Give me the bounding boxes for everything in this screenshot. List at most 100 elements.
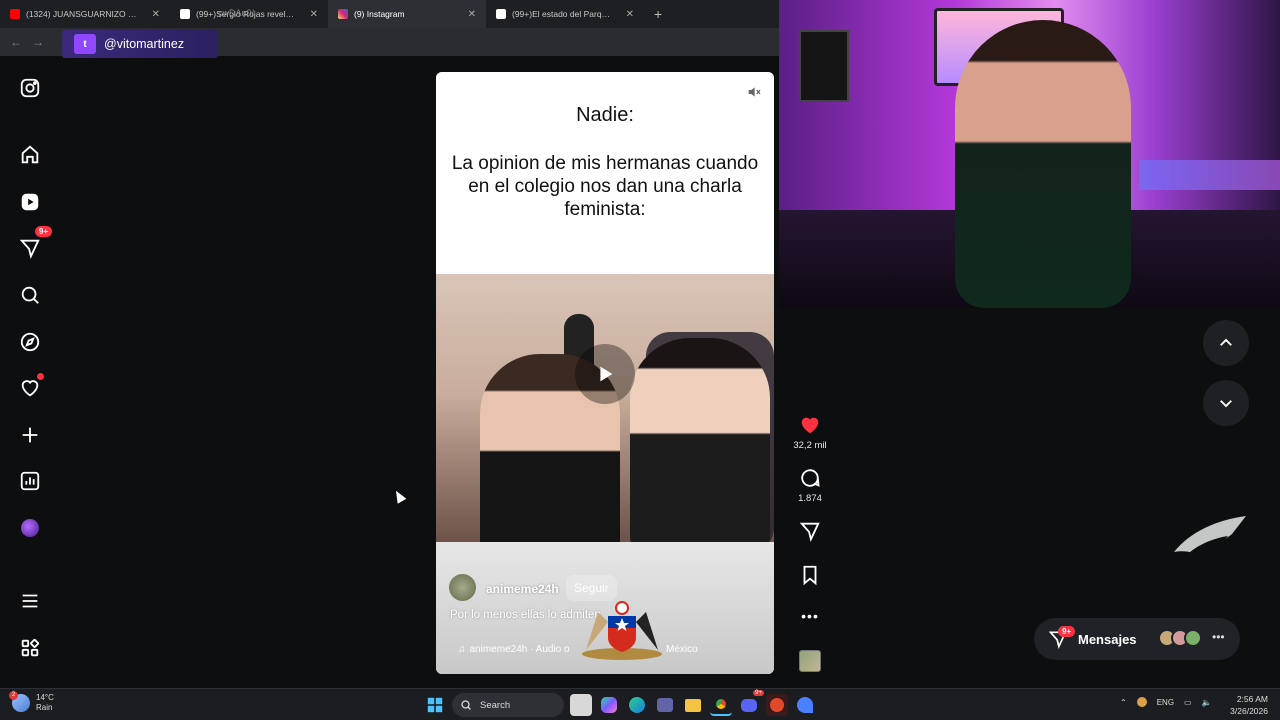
author-avatar[interactable] [449, 574, 476, 601]
messages-pill-badge: 9+ [1058, 626, 1076, 637]
teams-icon[interactable] [654, 694, 676, 716]
more-icon[interactable]: ••• [1212, 630, 1225, 644]
webcam-poster [799, 30, 849, 102]
notification-dot [37, 373, 44, 380]
messages-icon[interactable]: 9+ [14, 226, 52, 264]
create-icon[interactable] [14, 419, 46, 451]
taskbar-apps: Search 9+ [424, 690, 816, 717]
edge-icon[interactable] [626, 694, 648, 716]
apps-icon[interactable] [14, 632, 46, 664]
audio-thumbnail[interactable] [786, 650, 834, 672]
close-tab-icon[interactable]: ✕ [618, 9, 634, 20]
tiktok-icon [180, 9, 190, 19]
profile-avatar[interactable] [14, 512, 46, 544]
next-reel-button[interactable] [1203, 380, 1249, 426]
chevron-down-icon [1220, 400, 1232, 408]
messages-pill[interactable]: Mensajes [1034, 618, 1240, 660]
close-tab-icon[interactable]: ✕ [460, 9, 476, 20]
avatar [21, 519, 39, 537]
copilot-icon[interactable] [598, 694, 620, 716]
search-icon[interactable] [14, 279, 46, 311]
windows-taskbar: 2 14°C Rain Search 9+ ⌃ ENG ▭ 🔈 2:56 AM … [0, 688, 1280, 720]
chevron-up-icon [1220, 338, 1232, 346]
browser-tab[interactable]: (99+)El estado del Parque O'Hig ✕ [486, 0, 644, 28]
share-button[interactable] [786, 520, 834, 546]
mouse-cursor-icon [391, 488, 407, 504]
save-button[interactable] [786, 564, 834, 590]
screen: (1324) JUANSGUARNIZO ¡SOBR ✕ (99+)Sergio… [0, 0, 1280, 720]
weather-alert-badge: 2 [9, 691, 18, 700]
dashboard-icon[interactable] [14, 465, 46, 497]
weather-icon: 2 [9, 691, 30, 712]
reels-icon[interactable] [14, 186, 46, 218]
share-icon [799, 522, 820, 542]
weather-widget[interactable]: 2 14°C Rain [9, 691, 54, 713]
chevron-up-icon[interactable]: ⌃ [1120, 698, 1127, 707]
instagram-logo-icon[interactable] [14, 72, 46, 104]
mute-icon[interactable] [746, 84, 762, 100]
search-icon [461, 700, 471, 710]
reel-text-panel: Nadie: La opinion de mis hermanas cuando… [436, 72, 774, 274]
close-tab-icon[interactable]: ✕ [144, 9, 160, 20]
tab-title: (1324) JUANSGUARNIZO ¡SOBR [26, 9, 138, 19]
menu-icon[interactable] [14, 585, 46, 617]
discord-badge: 9+ [753, 690, 764, 696]
notifications-icon[interactable] [14, 372, 46, 404]
twitch-handle: @vitomartinez [104, 37, 185, 51]
comment-button[interactable]: 1.874 [786, 467, 834, 504]
close-tab-icon[interactable]: ✕ [302, 9, 318, 20]
system-clock[interactable]: 2:56 AM 3/26/2026 [1226, 693, 1268, 717]
discord-icon[interactable]: 9+ [738, 690, 764, 716]
browser-tab-bar: (1324) JUANSGUARNIZO ¡SOBR ✕ (99+)Sergio… [0, 0, 780, 28]
youtube-icon [10, 9, 20, 19]
address-url[interactable]: cwDAu0/ [218, 8, 254, 18]
person-right [630, 338, 770, 542]
heart-icon [801, 417, 819, 434]
comment-count: 1.874 [798, 493, 822, 504]
messages-badge: 9+ [34, 226, 52, 237]
explore-icon[interactable] [14, 326, 46, 358]
audio-link[interactable]: ♫ animeme24h · Audio o [458, 644, 570, 655]
home-icon[interactable] [14, 139, 46, 171]
windows-start-icon[interactable] [424, 694, 446, 716]
comment-icon [801, 469, 820, 487]
messages-label: Mensajes [1078, 631, 1137, 647]
temperature: 14°C [36, 693, 54, 702]
avatar [1184, 629, 1202, 647]
clock-time: 2:56 AM [1236, 694, 1268, 704]
reel-player[interactable]: Nadie: La opinion de mis hermanas cuando… [436, 72, 774, 674]
task-view-icon[interactable] [570, 694, 592, 716]
volume-icon[interactable]: 🔈 [1202, 698, 1212, 707]
more-options-icon[interactable]: ••• [786, 608, 834, 624]
browser-tab-active[interactable]: (9) Instagram ✕ [328, 0, 486, 28]
like-button[interactable]: 32,2 mil [786, 414, 834, 451]
search-label: Search [480, 699, 511, 711]
previous-reel-button[interactable] [1203, 320, 1249, 366]
obs-icon[interactable] [766, 694, 788, 716]
new-tab-button[interactable]: + [644, 6, 672, 22]
twitch-overlay: t @vitomartinez [62, 30, 218, 58]
reel-video[interactable] [436, 274, 774, 542]
browser-tab[interactable]: (1324) JUANSGUARNIZO ¡SOBR ✕ [0, 0, 170, 28]
taskbar-search[interactable]: Search [452, 693, 564, 717]
streamer-webcam [779, 0, 1280, 308]
language-indicator[interactable]: ENG [1157, 698, 1174, 707]
forward-icon[interactable]: → [32, 35, 44, 49]
app-icon[interactable] [794, 694, 816, 716]
chrome-icon[interactable] [710, 694, 732, 716]
play-button[interactable] [575, 344, 635, 404]
weather-condition: Rain [36, 703, 53, 712]
author-name[interactable]: animeme24h [486, 582, 559, 596]
tab-title: (9) Instagram [354, 9, 405, 19]
back-icon[interactable]: ← [10, 35, 22, 49]
chile-crest-icon [582, 601, 662, 660]
audio-label: animeme24h · Audio o [469, 644, 570, 655]
like-count: 32,2 mil [793, 440, 827, 451]
audio-tail: México [666, 644, 698, 655]
tab-title: (99+)El estado del Parque O'Hig [512, 9, 612, 19]
network-app-icon[interactable] [1136, 697, 1147, 707]
file-explorer-icon[interactable] [682, 694, 704, 716]
bookmark-icon [803, 565, 817, 586]
instagram-favicon-icon [338, 9, 348, 19]
display-icon[interactable]: ▭ [1184, 698, 1192, 707]
